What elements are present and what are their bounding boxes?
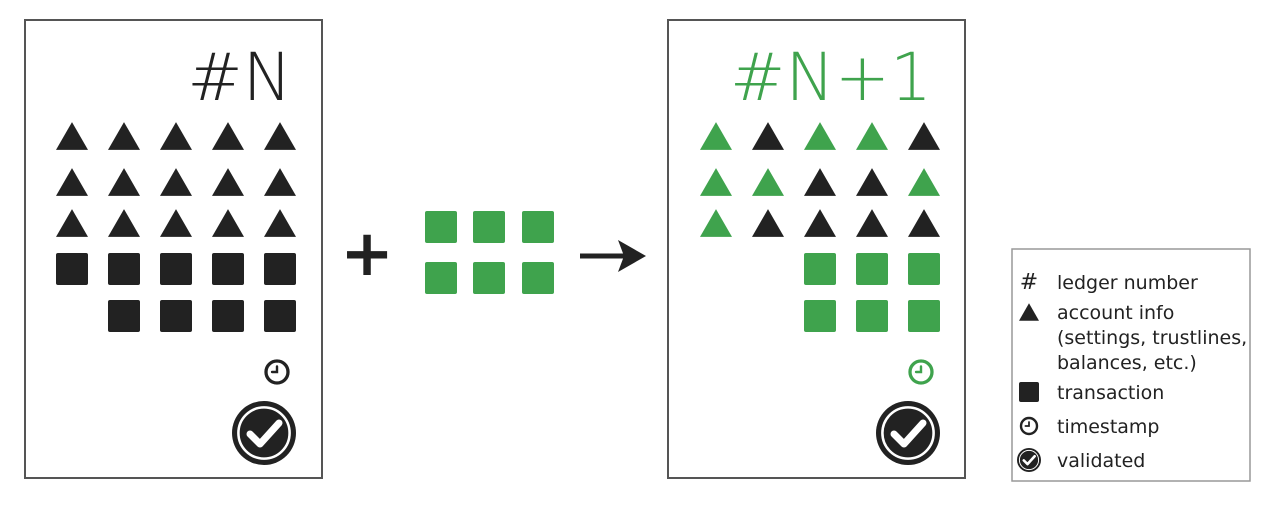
- transaction-square: [160, 253, 192, 285]
- incoming-transaction-square: [473, 262, 505, 294]
- transaction-square: [56, 253, 88, 285]
- transaction-square: [160, 300, 192, 332]
- legend-label: (settings, trustlines,: [1057, 327, 1247, 349]
- incoming-transaction-square: [425, 211, 457, 243]
- legend-label: balances, etc.): [1057, 352, 1197, 374]
- transaction-square: [804, 253, 836, 285]
- legend: # ledger number account info (settings, tru…: [1011, 248, 1251, 482]
- ledger-before: #N: [24, 19, 323, 479]
- transaction-square: [908, 253, 940, 285]
- transaction-square: [856, 300, 888, 332]
- incoming-transaction-square: [522, 262, 554, 294]
- check-circle-icon: [1017, 448, 1041, 472]
- ledger-after: #N+1: [667, 19, 966, 479]
- transaction-square: [212, 253, 244, 285]
- incoming-transactions: [425, 211, 554, 294]
- transaction-square: [908, 300, 940, 332]
- transaction-square: [856, 253, 888, 285]
- square-icon: [1019, 382, 1039, 402]
- validated-icon: [876, 401, 940, 465]
- validated-icon: [232, 401, 296, 465]
- legend-label: ledger number: [1057, 272, 1198, 294]
- legend-label: account info: [1057, 302, 1174, 324]
- ledger-after-title: #N+1: [730, 39, 932, 116]
- legend-label: timestamp: [1057, 416, 1160, 438]
- plus-sign: +: [340, 217, 394, 291]
- transaction-square: [212, 300, 244, 332]
- hash-icon: #: [1020, 270, 1038, 295]
- transaction-square: [264, 300, 296, 332]
- ledger-before-title: #N: [187, 39, 292, 116]
- transaction-square: [108, 253, 140, 285]
- transaction-square: [264, 253, 296, 285]
- incoming-transaction-square: [522, 211, 554, 243]
- ledger-diagram: #N + #N+1 # ledger number account info (set…: [24, 19, 1251, 482]
- legend-label: validated: [1057, 450, 1145, 472]
- clock-icon: [1019, 416, 1039, 436]
- timestamp-icon: [264, 359, 290, 385]
- transaction-square: [804, 300, 836, 332]
- timestamp-icon: [908, 359, 934, 385]
- arrow-right-icon: [580, 240, 646, 272]
- transaction-square: [108, 300, 140, 332]
- legend-label: transaction: [1057, 382, 1164, 404]
- incoming-transaction-square: [425, 262, 457, 294]
- incoming-transaction-square: [473, 211, 505, 243]
